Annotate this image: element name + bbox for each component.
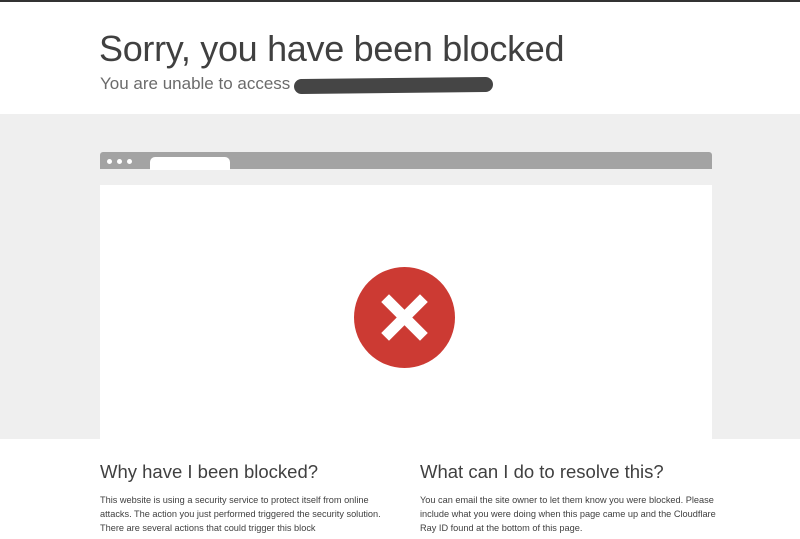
page-header: Sorry, you have been blocked You are una…: [0, 2, 800, 114]
page-title: Sorry, you have been blocked: [99, 28, 565, 69]
section-body: You can email the site owner to let them…: [420, 495, 716, 533]
info-sections: Why have I been blocked? This website is…: [0, 439, 800, 539]
section-title: Why have I been blocked?: [100, 461, 319, 482]
close-icon: [381, 294, 428, 341]
browser-tab-illustration: [150, 157, 230, 170]
section-title: What can I do to resolve this?: [420, 461, 664, 482]
window-dot-icon: [127, 159, 132, 164]
window-dot-icon: [107, 159, 112, 164]
error-icon: [354, 267, 455, 368]
browser-illustration-bar: [100, 152, 712, 170]
section-body: This website is using a security service…: [100, 495, 381, 533]
redacted-domain: [293, 76, 494, 95]
browser-illustration-window: [100, 185, 712, 439]
window-dot-icon: [117, 159, 122, 164]
page-subtitle: You are unable to access: [100, 74, 291, 93]
